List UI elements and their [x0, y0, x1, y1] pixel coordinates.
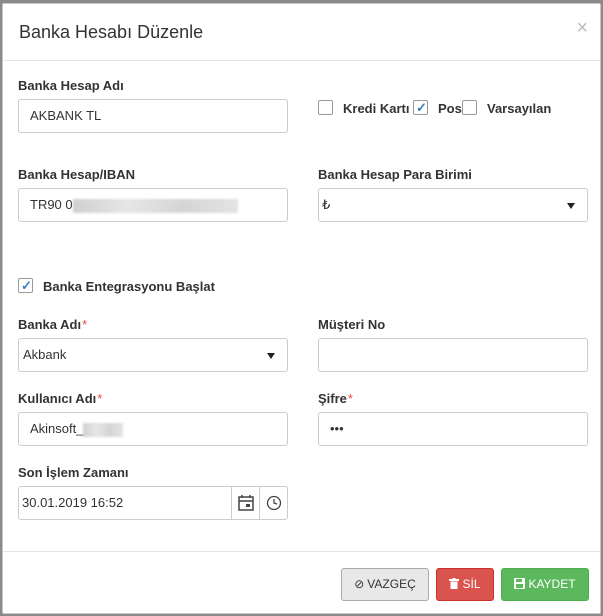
account-name-label: Banka Hesap Adı: [18, 78, 124, 93]
default-label: Varsayılan: [487, 101, 552, 116]
integration-label: Banka Entegrasyonu Başlat: [43, 279, 215, 294]
credit-card-label: Kredi Kartı: [343, 101, 410, 116]
cancel-button-label: VAZGEÇ: [367, 577, 416, 591]
default-checkbox[interactable]: [462, 100, 477, 115]
password-label-text: Şifre: [318, 391, 347, 406]
pos-checkbox[interactable]: ✓: [413, 100, 428, 115]
required-mark: *: [82, 317, 88, 332]
edit-bank-account-modal: Banka Hesabı Düzenle × Banka Hesap Adı A…: [2, 3, 601, 614]
username-input[interactable]: Akinsoft_: [18, 412, 288, 446]
clock-icon: [266, 495, 282, 511]
credit-card-checkbox[interactable]: [318, 100, 333, 115]
username-label-text: Kullanıcı Adı: [18, 391, 97, 406]
bank-name-value: Akbank: [23, 347, 67, 362]
save-button-label: KAYDET: [528, 577, 576, 591]
customer-no-input[interactable]: [318, 338, 588, 372]
integration-checkbox[interactable]: ✓: [18, 278, 33, 293]
currency-label: Banka Hesap Para Birimi: [318, 167, 472, 182]
modal-footer: ⊘ VAZGEÇ SİL KAYDET: [3, 551, 600, 615]
check-icon: ✓: [21, 278, 32, 293]
account-name-input[interactable]: AKBANK TL: [18, 99, 288, 133]
floppy-icon: [514, 578, 526, 589]
password-input[interactable]: •••: [318, 412, 588, 446]
redacted-username: [83, 422, 124, 437]
save-button[interactable]: KAYDET: [501, 568, 589, 601]
bank-name-label: Banka Adı*: [18, 317, 87, 332]
calendar-icon: [238, 495, 254, 511]
password-label: Şifre*: [318, 391, 353, 406]
currency-value: ₺: [322, 197, 331, 212]
ban-icon: ⊘: [354, 577, 365, 591]
iban-label: Banka Hesap/IBAN: [18, 167, 136, 182]
cancel-button[interactable]: ⊘ VAZGEÇ: [341, 568, 429, 601]
bank-name-label-text: Banka Adı: [18, 317, 82, 332]
username-label: Kullanıcı Adı*: [18, 391, 102, 406]
bank-name-select[interactable]: Akbank: [18, 338, 288, 372]
last-op-time-label: Son İşlem Zamanı: [18, 465, 129, 480]
clock-button[interactable]: [259, 487, 287, 519]
modal-header: Banka Hesabı Düzenle ×: [3, 4, 600, 61]
close-icon[interactable]: ×: [576, 18, 588, 38]
iban-value: TR90 0: [30, 197, 73, 212]
pos-label: Pos: [438, 101, 462, 116]
username-value: Akinsoft_: [30, 421, 84, 436]
chevron-down-icon: [567, 203, 575, 209]
delete-button[interactable]: SİL: [436, 568, 494, 601]
check-icon: ✓: [416, 100, 427, 115]
chevron-down-icon: [267, 353, 275, 359]
redacted-iban: [72, 198, 238, 213]
delete-button-label: SİL: [462, 577, 481, 591]
customer-no-label: Müşteri No: [318, 317, 386, 332]
last-op-time-value: 30.01.2019 16:52: [22, 495, 124, 510]
iban-input[interactable]: TR90 0: [18, 188, 288, 222]
trash-icon: [449, 578, 460, 589]
calendar-button[interactable]: [231, 487, 259, 519]
last-op-time-input[interactable]: 30.01.2019 16:52: [18, 486, 288, 520]
required-mark: *: [97, 391, 103, 406]
currency-select[interactable]: ₺: [318, 188, 588, 222]
required-mark: *: [347, 391, 353, 406]
modal-title: Banka Hesabı Düzenle: [19, 22, 204, 42]
